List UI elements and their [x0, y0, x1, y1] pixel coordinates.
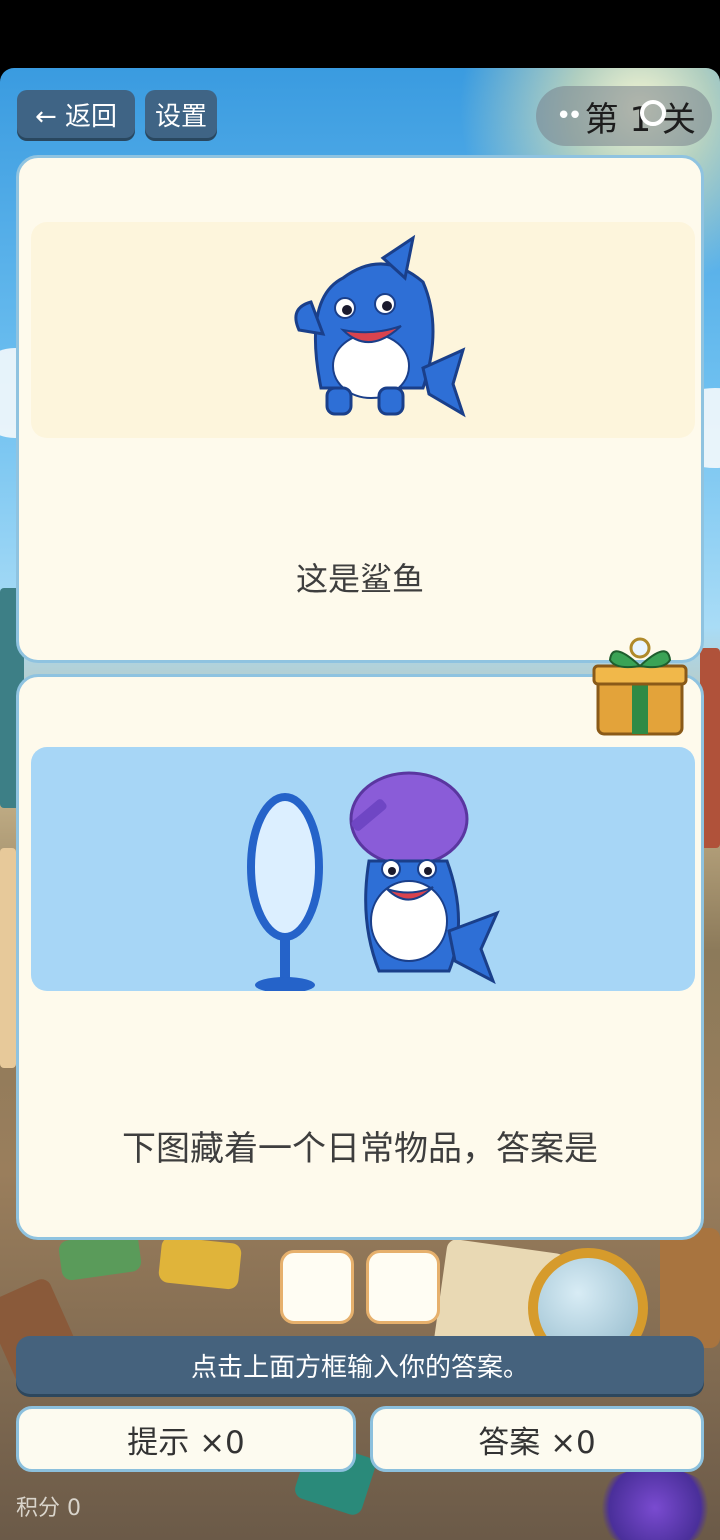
puzzle-caption: 下图藏着一个日常物品，答案是: [122, 1129, 598, 1169]
example-card: 这是鲨鱼: [16, 155, 704, 663]
puzzle-image-panel: [31, 747, 695, 993]
close-ring-icon[interactable]: [640, 100, 666, 126]
back-button[interactable]: ← 返回: [17, 90, 135, 138]
example-image-panel: [31, 222, 695, 438]
level-indicator[interactable]: •• 第 1 关: [536, 86, 712, 146]
shark-icon: [294, 234, 466, 418]
flower-decoration: [590, 1468, 720, 1540]
more-dots-icon[interactable]: ••: [556, 101, 583, 131]
show-answer-button[interactable]: 答案 ×0: [370, 1406, 704, 1472]
answer-box-2[interactable]: [366, 1250, 440, 1324]
puzzle-piece-decoration: [157, 1235, 243, 1291]
shark-mirror-illustration: [247, 771, 500, 993]
hint-button[interactable]: 提示 ×0: [16, 1406, 356, 1472]
puzzle-card: 下图藏着一个日常物品，答案是: [16, 674, 704, 1240]
board-decoration: [660, 1228, 720, 1348]
status-bar: [0, 0, 720, 68]
mirror-icon: [247, 793, 323, 993]
instruction-banner: 点击上面方框输入你的答案。: [16, 1336, 704, 1394]
example-caption: 这是鲨鱼: [295, 560, 424, 598]
score-label: 积分 0: [16, 1496, 81, 1521]
building-decoration: [0, 848, 16, 1068]
settings-button[interactable]: 设置: [145, 90, 217, 138]
gift-icon[interactable]: [592, 636, 688, 740]
answer-box-1[interactable]: [280, 1250, 354, 1324]
